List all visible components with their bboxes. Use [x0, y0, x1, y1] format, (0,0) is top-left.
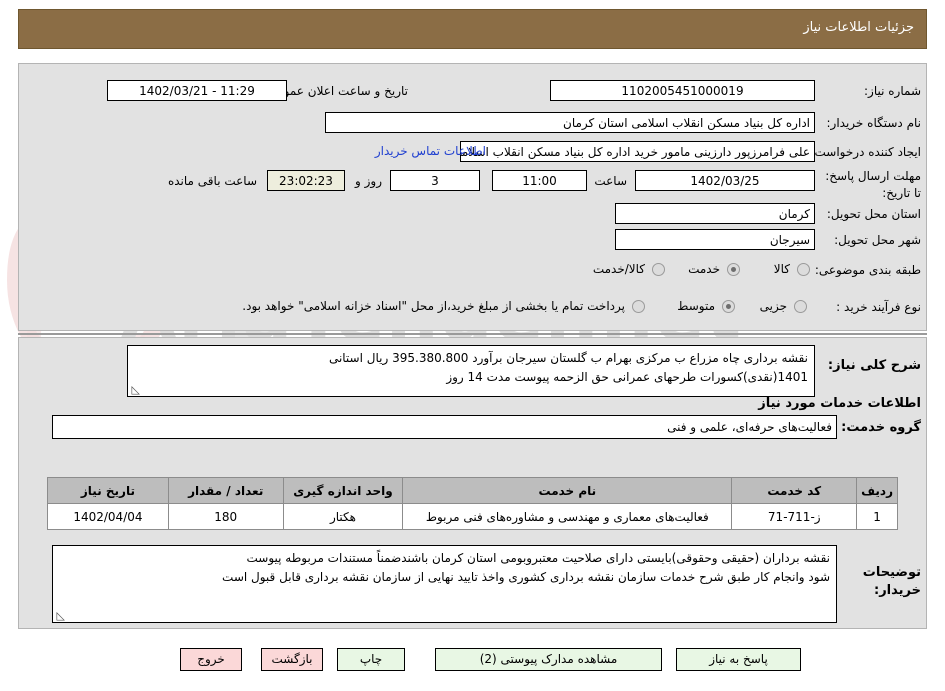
buyer-notes-label-2: خریدار:	[874, 583, 921, 598]
services-heading: اطلاعات خدمات مورد نیاز	[758, 396, 921, 411]
services-table-wrap: ردیف کد خدمت نام خدمت واحد اندازه گیری ت…	[47, 477, 898, 530]
radio-category-kala[interactable]	[797, 263, 810, 276]
need-number-label: شماره نیاز:	[864, 84, 921, 98]
province-value: کرمان	[615, 203, 815, 224]
radio-process-motevaset[interactable]	[722, 300, 735, 313]
radio-category-kala-khedmat[interactable]	[652, 263, 665, 276]
buyer-notes-textarea[interactable]: نقشه برداران (حقیقی وحقوقی)بایستی دارای …	[52, 545, 837, 623]
summary-line-2: 1401(نقدی)کسورات طرحهای عمرانی حق الزحمه…	[446, 370, 808, 384]
buyer-contact-link[interactable]: اطلاعات تماس خریدار	[375, 144, 486, 158]
deadline-hour-label: ساعت	[594, 174, 627, 188]
radio-category-khedmat[interactable]	[727, 263, 740, 276]
col-date: تاریخ نیاز	[47, 477, 169, 504]
exit-button[interactable]: خروج	[180, 648, 242, 671]
need-number-value: 1102005451000019	[550, 80, 815, 101]
panel-divider	[18, 333, 927, 335]
radio-process-jozei[interactable]	[794, 300, 807, 313]
radio-category-kala-label: کالا	[773, 262, 790, 276]
requester-value: علی فرامرزپور دارزینی مامور خرید اداره ک…	[460, 141, 815, 162]
treasury-note-label: پرداخت تمام یا بخشی از مبلغ خرید،از محل …	[242, 299, 625, 313]
summary-label: شرح کلی نیاز:	[827, 358, 921, 373]
cell-name: فعالیت‌های معماری و مهندسی و مشاوره‌های …	[402, 503, 733, 530]
buyer-org-value: اداره کل بنیاد مسکن انقلاب اسلامی استان …	[325, 112, 815, 133]
requester-label: ایجاد کننده درخواست:	[810, 145, 921, 159]
col-name: نام خدمت	[402, 477, 733, 504]
summary-line-1: نقشه برداری چاه مزراع ب مرکزی بهرام ب گل…	[328, 351, 808, 365]
col-unit: واحد اندازه گیری	[282, 477, 404, 504]
view-docs-button[interactable]: مشاهده مدارک پیوستی (2)	[435, 648, 662, 671]
service-group-label: گروه خدمت:	[841, 420, 921, 435]
print-button[interactable]: چاپ	[337, 648, 405, 671]
cell-row: 1	[856, 503, 898, 530]
col-row: ردیف	[856, 477, 898, 504]
category-label: طبقه بندی موضوعی:	[814, 263, 921, 277]
back-button[interactable]: بازگشت	[261, 648, 323, 671]
buyer-notes-line-2: شود وانجام کار طبق شرح خدمات سازمان نقشه…	[222, 570, 830, 584]
buyer-notes-label-1: توضیحات	[862, 565, 921, 580]
buyer-notes-line-1: نقشه برداران (حقیقی وحقوقی)بایستی دارای …	[246, 551, 830, 565]
radio-process-motevaset-label: متوسط	[677, 299, 715, 313]
col-code: کد خدمت	[731, 477, 858, 504]
col-qty: تعداد / مقدار	[167, 477, 284, 504]
cell-qty: 180	[167, 503, 284, 530]
services-table: ردیف کد خدمت نام خدمت واحد اندازه گیری ت…	[47, 477, 898, 530]
cell-unit: هکتار	[282, 503, 404, 530]
city-label: شهر محل تحویل:	[834, 233, 921, 247]
deadline-label: مهلت ارسال پاسخ: تا تاریخ:	[825, 169, 921, 200]
page-root: AriaTender.net جزئیات اطلاعات نیاز شماره…	[0, 0, 945, 691]
radio-process-jozei-label: جزیی	[759, 299, 787, 313]
days-remaining-value: 3	[390, 170, 480, 191]
announce-value: 11:29 - 1402/03/21	[107, 80, 287, 101]
days-label: روز و	[355, 174, 382, 188]
need-info-panel	[18, 63, 927, 331]
process-label: نوع فرآیند خرید :	[836, 300, 921, 314]
service-group-value: فعالیت‌های حرفه‌ای، علمی و فنی	[52, 415, 837, 439]
deadline-date-value: 1402/03/25	[635, 170, 815, 191]
timer-suffix-label: ساعت باقی مانده	[167, 174, 257, 188]
cell-date: 1402/04/04	[47, 503, 169, 530]
page-title: جزئیات اطلاعات نیاز	[803, 20, 914, 35]
radio-category-kala-khedmat-label: کالا/خدمت	[592, 262, 645, 276]
resize-grip-icon-2[interactable]: ◺	[55, 610, 65, 621]
table-header-row: ردیف کد خدمت نام خدمت واحد اندازه گیری ت…	[47, 477, 898, 504]
cell-code: ز-711-71	[731, 503, 858, 530]
radio-category-khedmat-label: خدمت	[688, 262, 720, 276]
resize-grip-icon[interactable]: ◺	[130, 384, 140, 395]
respond-button[interactable]: پاسخ به نیاز	[676, 648, 801, 671]
summary-textarea[interactable]: نقشه برداری چاه مزراع ب مرکزی بهرام ب گل…	[127, 345, 815, 397]
buyer-org-label: نام دستگاه خریدار:	[826, 116, 922, 130]
deadline-hour-value: 11:00	[492, 170, 587, 191]
radio-treasury-note[interactable]	[632, 300, 645, 313]
province-label: استان محل تحویل:	[826, 207, 921, 221]
window-title-bar: جزئیات اطلاعات نیاز	[18, 9, 927, 49]
countdown-timer: 23:02:23	[267, 170, 345, 191]
city-value: سیرجان	[615, 229, 815, 250]
table-row[interactable]: 1 ز-711-71 فعالیت‌های معماری و مهندسی و …	[47, 503, 898, 530]
